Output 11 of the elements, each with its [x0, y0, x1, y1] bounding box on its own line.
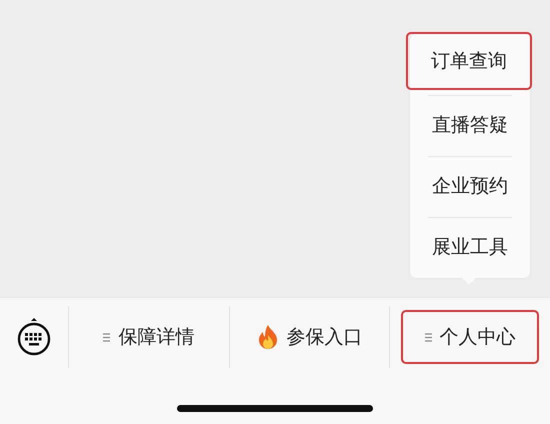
- menu-tab[interactable]: 保障详情: [91, 312, 206, 362]
- menu-item[interactable]: 订单查询: [408, 34, 530, 88]
- keyboard-icon[interactable]: [17, 318, 51, 356]
- menu-icon: [103, 332, 110, 342]
- menu-item[interactable]: 企业预约: [410, 156, 530, 217]
- menu-item[interactable]: 直播答疑: [410, 95, 530, 156]
- menu-item[interactable]: 展业工具: [410, 217, 530, 278]
- menu-icon: [424, 332, 432, 342]
- menu-tab[interactable]: 参保入口: [244, 312, 374, 362]
- fire-icon: [256, 324, 278, 350]
- menu-tab[interactable]: 个人中心: [403, 312, 538, 362]
